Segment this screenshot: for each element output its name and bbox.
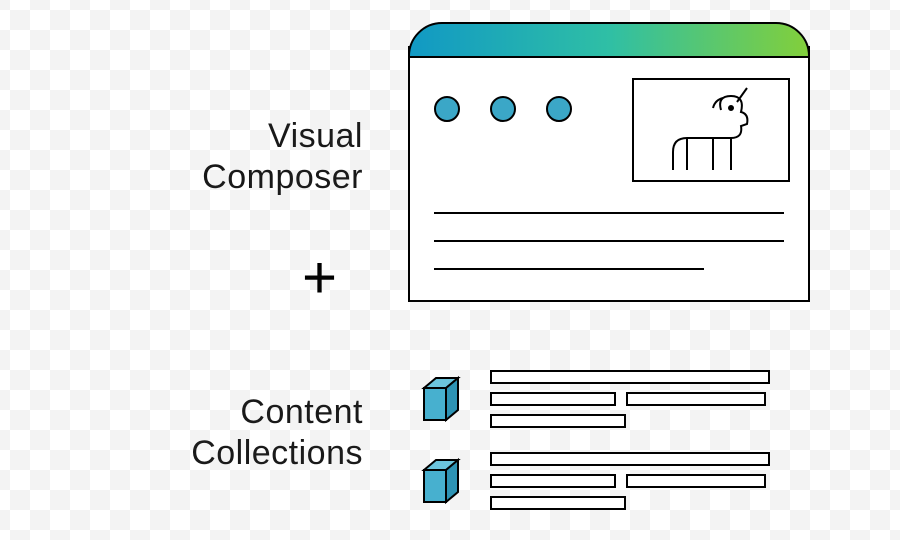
window-titlebar	[408, 22, 810, 58]
cube-icon	[416, 456, 466, 506]
label-content-collections: Content Collections	[0, 392, 363, 475]
content-bar	[490, 474, 616, 488]
collection-item	[416, 370, 810, 432]
visual-composer-window	[408, 22, 810, 302]
content-bar	[626, 392, 766, 406]
label-line: Visual	[0, 116, 363, 157]
unicorn-icon	[651, 86, 771, 174]
window-dot-row	[434, 96, 572, 122]
collection-bars	[490, 370, 810, 428]
content-bar	[626, 474, 766, 488]
collection-bars	[490, 452, 810, 510]
label-line: Content	[0, 392, 363, 433]
content-bar	[490, 452, 770, 466]
label-visual-composer: Visual Composer	[0, 116, 363, 199]
hero-image-placeholder	[632, 78, 790, 182]
content-bar	[490, 370, 770, 384]
paragraph-line	[434, 212, 784, 214]
content-bar	[490, 496, 626, 510]
label-line: Composer	[0, 157, 363, 198]
circle-icon	[490, 96, 516, 122]
cube-icon	[416, 374, 466, 424]
content-bar	[490, 392, 616, 406]
circle-icon	[546, 96, 572, 122]
circle-icon	[434, 96, 460, 122]
label-line: Collections	[0, 433, 363, 474]
collection-item	[416, 452, 810, 514]
paragraph-line	[434, 240, 784, 242]
content-bar	[490, 414, 626, 428]
paragraph-line	[434, 268, 704, 270]
plus-symbol: +	[0, 248, 363, 308]
